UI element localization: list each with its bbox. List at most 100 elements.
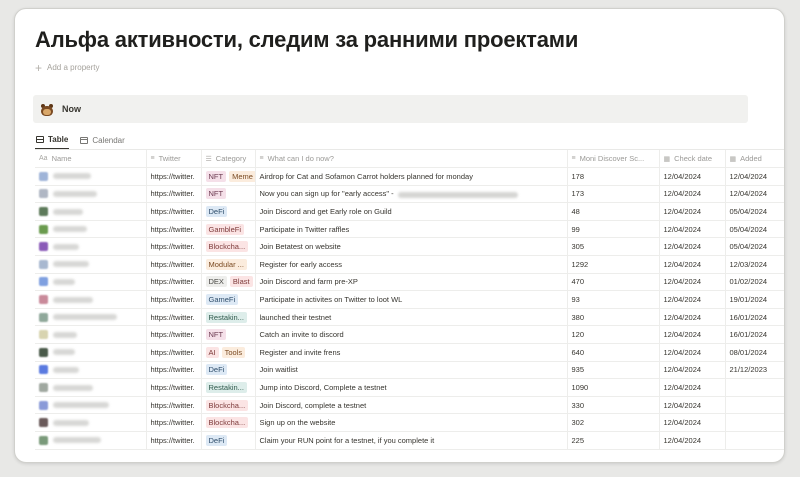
- cell-name[interactable]: [35, 220, 147, 239]
- cell-check-date[interactable]: 12/04/2024: [659, 185, 726, 204]
- cell-added[interactable]: 12/03/2024: [725, 255, 784, 274]
- cell-score[interactable]: 330: [567, 396, 660, 415]
- table-row[interactable]: https://twitter. DEX Blast Join Discord and…: [35, 273, 784, 292]
- tab-table[interactable]: Table: [35, 130, 70, 150]
- cell-twitter[interactable]: https://twitter.: [146, 431, 202, 450]
- cell-twitter[interactable]: https://twitter.: [146, 378, 202, 397]
- cell-category[interactable]: Blockcha...: [201, 237, 256, 257]
- cell-action[interactable]: Participate in activites on Twitter to l…: [255, 290, 568, 309]
- cell-name[interactable]: [35, 255, 147, 274]
- cell-action[interactable]: Now you can sign up for "early access" -: [255, 185, 568, 204]
- cell-category[interactable]: GameFi: [201, 290, 256, 309]
- cell-action[interactable]: Register and invite frens: [255, 343, 568, 362]
- table-row[interactable]: https://twitter. AI Tools Register and invi…: [35, 343, 784, 362]
- cell-name[interactable]: [35, 202, 147, 221]
- table-row[interactable]: https://twitter. GambleFi Participate in T…: [35, 220, 784, 239]
- cell-added[interactable]: 21/12/2023: [725, 361, 784, 380]
- cell-check-date[interactable]: 12/04/2024: [659, 255, 726, 274]
- table-row[interactable]: https://twitter. Blockcha... Join Betatest…: [35, 237, 784, 257]
- cell-category[interactable]: DeFi: [201, 202, 256, 221]
- cell-twitter[interactable]: https://twitter.: [146, 237, 202, 257]
- cell-check-date[interactable]: 12/04/2024: [659, 325, 726, 345]
- cell-twitter[interactable]: https://twitter.: [146, 290, 202, 309]
- cell-added[interactable]: 12/04/2024: [725, 185, 784, 204]
- cell-check-date[interactable]: 12/04/2024: [659, 378, 726, 397]
- cell-action[interactable]: Claim your RUN point for a testnet, if y…: [255, 431, 568, 450]
- table-row[interactable]: https://twitter. DeFi Claim your RUN point…: [35, 431, 784, 450]
- cell-twitter[interactable]: https://twitter.: [146, 273, 202, 292]
- cell-check-date[interactable]: 12/04/2024: [659, 361, 726, 380]
- cell-category[interactable]: AI Tools: [201, 343, 256, 362]
- cell-name[interactable]: [35, 431, 147, 450]
- column-header-name[interactable]: Aa Name: [35, 150, 147, 169]
- cell-added[interactable]: [725, 378, 784, 397]
- cell-score[interactable]: 935: [567, 361, 660, 380]
- cell-score[interactable]: 640: [567, 343, 660, 362]
- cell-twitter[interactable]: https://twitter.: [146, 361, 202, 380]
- table-row[interactable]: https://twitter. Blockcha... Join Discord,…: [35, 396, 784, 415]
- cell-name[interactable]: [35, 185, 147, 204]
- cell-score[interactable]: 225: [567, 431, 660, 450]
- cell-check-date[interactable]: 12/04/2024: [659, 220, 726, 239]
- cell-added[interactable]: [725, 396, 784, 415]
- cell-category[interactable]: NFT: [201, 185, 256, 204]
- table-row[interactable]: https://twitter. Blockcha... Sign up on th…: [35, 413, 784, 432]
- table-row[interactable]: https://twitter. NFT Catch an invite to di…: [35, 325, 784, 345]
- cell-twitter[interactable]: https://twitter.: [146, 396, 202, 415]
- cell-twitter[interactable]: https://twitter.: [146, 413, 202, 432]
- cell-action[interactable]: Join Discord and farm pre-XP: [255, 273, 568, 292]
- cell-twitter[interactable]: https://twitter.: [146, 220, 202, 239]
- cell-action[interactable]: Jump into Discord, Complete a testnet: [255, 378, 568, 397]
- column-header-twitter[interactable]: ≡ Twitter: [146, 150, 202, 169]
- cell-category[interactable]: DEX Blast: [201, 273, 256, 292]
- cell-check-date[interactable]: 12/04/2024: [659, 167, 726, 186]
- cell-score[interactable]: 99: [567, 220, 660, 239]
- cell-name[interactable]: [35, 237, 147, 257]
- column-header-action[interactable]: ≡ What can I do now?: [255, 150, 568, 169]
- cell-category[interactable]: Restakin...: [201, 308, 256, 327]
- cell-category[interactable]: DeFi: [201, 431, 256, 450]
- cell-name[interactable]: [35, 273, 147, 292]
- cell-twitter[interactable]: https://twitter.: [146, 185, 202, 204]
- cell-twitter[interactable]: https://twitter.: [146, 202, 202, 221]
- cell-twitter[interactable]: https://twitter.: [146, 167, 202, 186]
- cell-twitter[interactable]: https://twitter.: [146, 343, 202, 362]
- cell-action[interactable]: Airdrop for Cat and Sofamon Carrot holde…: [255, 167, 568, 186]
- cell-twitter[interactable]: https://twitter.: [146, 325, 202, 345]
- cell-score[interactable]: 178: [567, 167, 660, 186]
- cell-name[interactable]: [35, 343, 147, 362]
- cell-action[interactable]: Catch an invite to discord: [255, 325, 568, 345]
- cell-check-date[interactable]: 12/04/2024: [659, 290, 726, 309]
- table-row[interactable]: https://twitter. DeFi Join waitlist 935 12/0…: [35, 361, 784, 380]
- cell-action[interactable]: Join waitlist: [255, 361, 568, 380]
- cell-check-date[interactable]: 12/04/2024: [659, 343, 726, 362]
- cell-added[interactable]: 08/01/2024: [725, 343, 784, 362]
- table-row[interactable]: https://twitter. NFT Meme Airdrop for Cat a…: [35, 167, 784, 186]
- column-header-check-date[interactable]: ▦ Check date: [659, 150, 726, 169]
- cell-name[interactable]: [35, 290, 147, 309]
- cell-check-date[interactable]: 12/04/2024: [659, 237, 726, 257]
- cell-added[interactable]: 05/04/2024: [725, 202, 784, 221]
- tab-calendar[interactable]: Calendar: [79, 130, 125, 150]
- cell-name[interactable]: [35, 413, 147, 432]
- cell-category[interactable]: NFT: [201, 325, 256, 345]
- cell-twitter[interactable]: https://twitter.: [146, 308, 202, 327]
- cell-score[interactable]: 302: [567, 413, 660, 432]
- cell-check-date[interactable]: 12/04/2024: [659, 431, 726, 450]
- cell-score[interactable]: 305: [567, 237, 660, 257]
- cell-category[interactable]: Blockcha...: [201, 396, 256, 415]
- cell-name[interactable]: [35, 361, 147, 380]
- cell-twitter[interactable]: https://twitter.: [146, 255, 202, 274]
- cell-added[interactable]: 12/04/2024: [725, 167, 784, 186]
- cell-added[interactable]: [725, 413, 784, 432]
- cell-added[interactable]: 01/02/2024: [725, 273, 784, 292]
- cell-name[interactable]: [35, 167, 147, 186]
- table-row[interactable]: https://twitter. DeFi Join Discord and get…: [35, 202, 784, 221]
- cell-score[interactable]: 48: [567, 202, 660, 221]
- cell-score[interactable]: 470: [567, 273, 660, 292]
- cell-check-date[interactable]: 12/04/2024: [659, 273, 726, 292]
- cell-action[interactable]: launched their testnet: [255, 308, 568, 327]
- cell-score[interactable]: 173: [567, 185, 660, 204]
- cell-category[interactable]: DeFi: [201, 361, 256, 380]
- column-header-score[interactable]: ≡ Moni Discover Sc...: [567, 150, 660, 169]
